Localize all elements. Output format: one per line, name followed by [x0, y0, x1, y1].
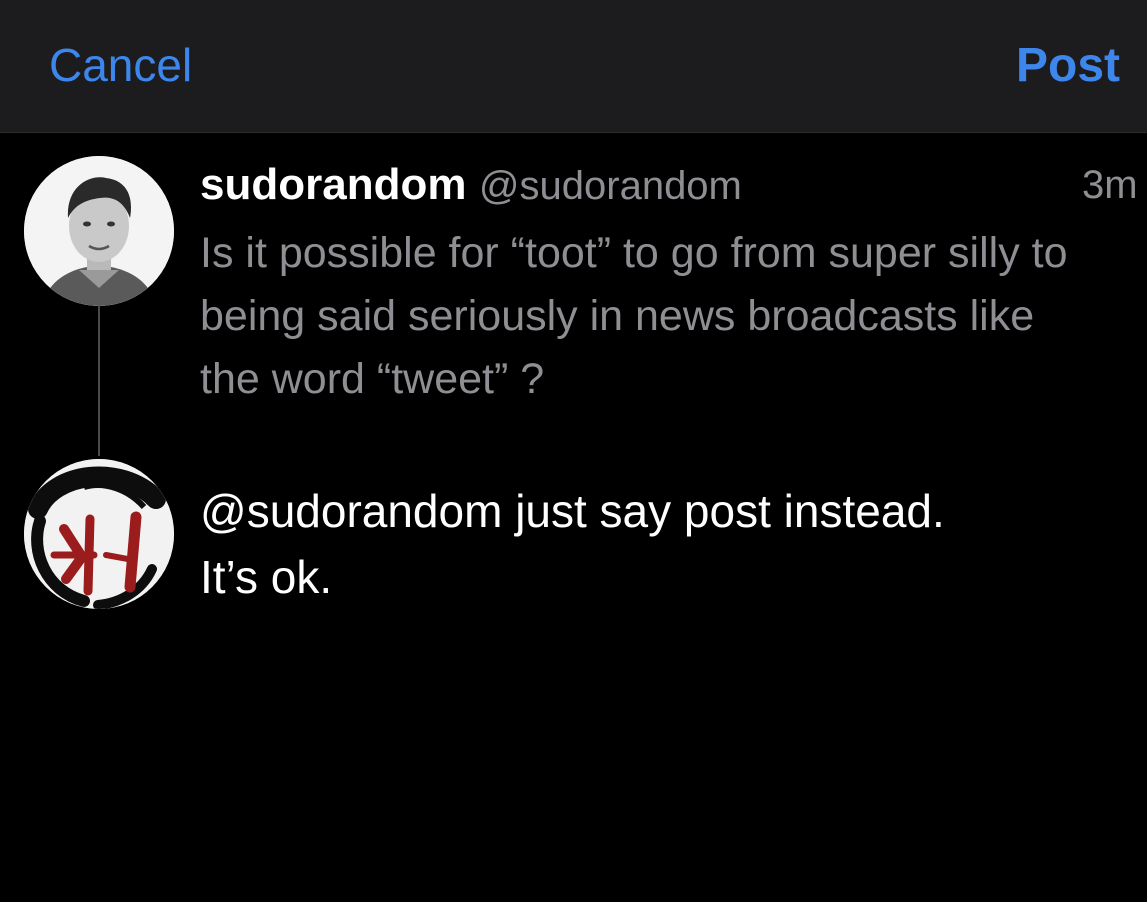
compose-toolbar: Cancel Post — [0, 0, 1147, 133]
reply-author-avatar[interactable] — [24, 459, 174, 609]
original-post-header: sudorandom @sudorandom — [200, 160, 742, 210]
reply-compose-text[interactable]: @sudorandom just say post instead. It’s … — [200, 478, 1100, 610]
reply-text-line-1: @sudorandom just say post instead. — [200, 485, 945, 537]
original-post-text: Is it possible for “toot” to go from sup… — [200, 229, 1068, 403]
original-author-avatar[interactable] — [24, 156, 174, 306]
post-timestamp: 3m — [1082, 163, 1138, 207]
thread-connector-line — [98, 306, 100, 456]
brush-logo-icon — [24, 459, 174, 609]
author-display-name[interactable]: sudorandom — [200, 160, 466, 209]
cancel-button[interactable]: Cancel — [49, 38, 192, 92]
person-photo-icon — [24, 156, 174, 306]
author-handle[interactable]: @sudorandom — [479, 164, 742, 208]
post-button[interactable]: Post — [1016, 38, 1120, 93]
reply-text-line-2: It’s ok. — [200, 551, 333, 603]
